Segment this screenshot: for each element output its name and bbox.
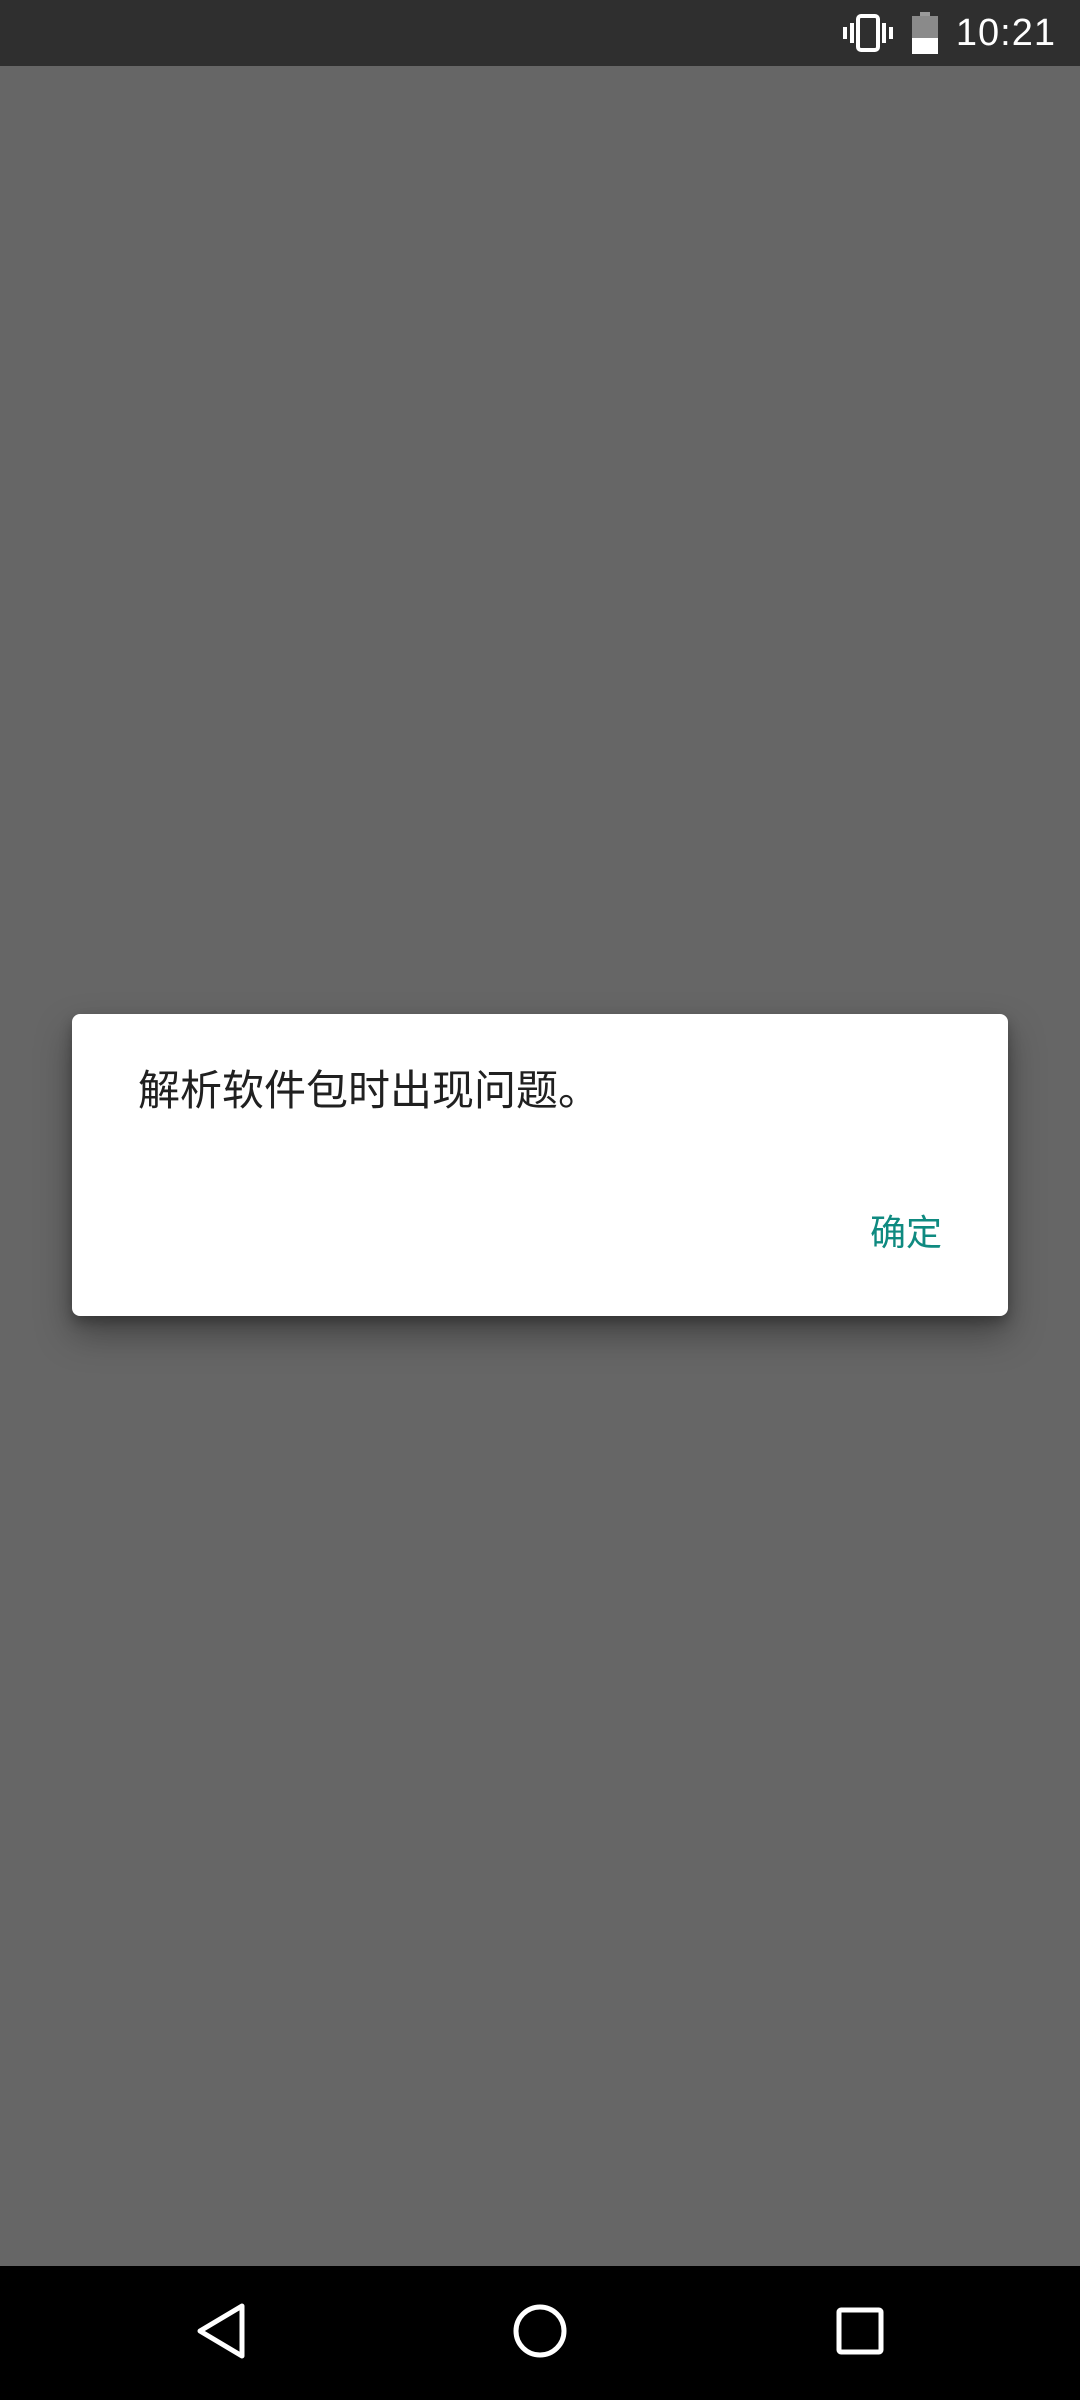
dialog-message: 解析软件包时出现问题。 — [138, 1066, 601, 1115]
vibrate-icon — [842, 13, 894, 53]
back-icon — [194, 2302, 248, 2364]
navigation-bar — [0, 2266, 1080, 2400]
screen: 10:21 解析软件包时出现问题。 确定 — [0, 0, 1080, 2400]
recents-icon — [836, 2307, 884, 2359]
home-icon — [512, 2303, 568, 2363]
error-dialog: 解析软件包时出现问题。 确定 — [72, 1014, 1008, 1316]
recents-button[interactable] — [780, 2266, 940, 2400]
battery-icon — [911, 12, 938, 54]
status-bar: 10:21 — [0, 0, 1080, 66]
ok-button[interactable]: 确定 — [860, 1196, 952, 1264]
back-button[interactable] — [141, 2266, 301, 2400]
status-icons: 10:21 — [842, 0, 1056, 66]
home-button[interactable] — [460, 2266, 620, 2400]
status-time: 10:21 — [955, 11, 1056, 54]
